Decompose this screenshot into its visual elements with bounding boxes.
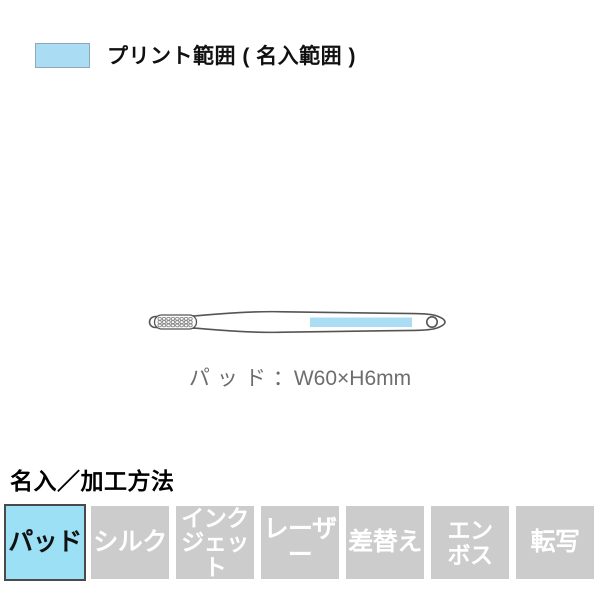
methods-section-heading: 名入／加工方法	[10, 468, 175, 494]
dimension-method-label: パッド	[188, 367, 273, 390]
dimension-separator: ：	[272, 367, 294, 390]
print-area-highlight	[310, 317, 412, 327]
method-label-emboss-line2: ボス	[447, 541, 494, 568]
method-box-pad[interactable]: パッド	[4, 504, 86, 581]
product-illustration	[0, 290, 600, 360]
method-box-replace[interactable]: 差替え	[344, 504, 426, 581]
print-area-legend: プリント範囲 ( 名入範囲 )	[35, 40, 356, 70]
method-label-laser: レーザー	[263, 515, 337, 569]
handle-hole	[425, 315, 438, 328]
print-area-swatch	[35, 42, 90, 68]
method-label-replace: 差替え	[348, 527, 422, 556]
method-label-inkjet: インク ジェット	[176, 506, 254, 578]
method-label-pad: パッド	[8, 527, 82, 556]
methods-row: パッド シルク インク ジェット レーザー 差替え エン ボス 転写	[4, 504, 596, 581]
method-box-transfer[interactable]: 転写	[514, 504, 596, 581]
method-box-emboss[interactable]: エン ボス	[429, 504, 511, 581]
method-label-emboss-line1: エン	[447, 517, 494, 544]
dimension-caption: パッド：W60×H6mm	[0, 362, 600, 392]
method-label-inkjet-line2: ジェット	[181, 529, 249, 580]
method-box-silk[interactable]: シルク	[89, 504, 171, 581]
print-area-legend-label: プリント範囲 ( 名入範囲 )	[107, 45, 356, 68]
method-box-inkjet[interactable]: インク ジェット	[174, 504, 256, 581]
dimension-value: W60×H6mm	[293, 367, 412, 390]
method-label-transfer: 転写	[530, 527, 580, 556]
method-label-emboss: エン ボス	[431, 518, 509, 566]
method-label-silk: シルク	[93, 527, 167, 556]
method-box-laser[interactable]: レーザー	[259, 504, 341, 581]
method-label-inkjet-line1: インク	[181, 505, 249, 532]
